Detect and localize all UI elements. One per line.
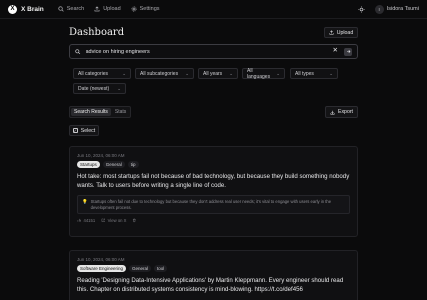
upload-button-label: Upload — [336, 29, 354, 36]
view-on-x-link[interactable]: View on X — [101, 218, 126, 223]
type-tag[interactable]: tip — [127, 161, 139, 168]
select-button-label: Select — [80, 127, 96, 134]
app-name: X Brain — [21, 5, 44, 13]
top-nav-bar: X X Brain Search Upload Settings I Isido… — [0, 0, 427, 19]
search-input[interactable] — [85, 48, 333, 55]
filter-label: All years — [203, 70, 223, 77]
nav-label: Upload — [103, 6, 121, 12]
nav-label: Search — [66, 6, 85, 12]
external-link-icon — [101, 218, 105, 223]
search-submit-button[interactable] — [344, 47, 352, 56]
search-icon — [58, 6, 64, 12]
clear-search-button[interactable]: ✕ — [333, 48, 338, 55]
nav-item-upload[interactable]: Upload — [94, 6, 121, 12]
filter-label: All types — [295, 70, 314, 77]
export-button[interactable]: Export — [325, 106, 358, 118]
category-tag[interactable]: Software Engineering — [77, 265, 127, 272]
ai-summary: 💡 Startups often fail not due to technol… — [77, 195, 350, 214]
chevron-down-icon: ⌄ — [329, 70, 333, 76]
upload-icon — [329, 30, 334, 35]
tag-list: Software Engineering General tool — [77, 265, 350, 272]
sort-select[interactable]: Date (newest) ⌄ — [73, 83, 126, 94]
filter-category[interactable]: All categories ⌄ — [73, 68, 131, 79]
gear-icon — [131, 6, 137, 12]
main-nav: Search Upload Settings — [58, 6, 160, 12]
filter-label: All subcategories — [140, 70, 179, 77]
filter-label: All categories — [78, 70, 109, 77]
card-actions: 44151 View on X — [77, 218, 350, 223]
filter-language[interactable]: All languages ⌄ — [242, 67, 285, 80]
chevron-down-icon: ⌄ — [185, 70, 189, 76]
chevron-down-icon: ⌄ — [117, 85, 121, 91]
result-card[interactable]: Jun 10, 2024, 06:00 AM Software Engineer… — [69, 250, 358, 300]
chevron-down-icon: ⌄ — [229, 70, 233, 76]
chevron-down-icon: ⌄ — [122, 70, 126, 76]
user-name: Isidora Tsumi — [386, 6, 419, 12]
search-bar: ✕ — [69, 44, 358, 59]
sun-icon[interactable] — [358, 5, 365, 13]
search-icon — [75, 49, 81, 54]
nav-item-settings[interactable]: Settings — [131, 6, 160, 12]
subcategory-tag[interactable]: General — [129, 265, 152, 272]
nav-item-search[interactable]: Search — [58, 6, 84, 12]
tag-list: Startups General tip — [77, 161, 350, 168]
filter-year[interactable]: All years ⌄ — [198, 68, 238, 79]
result-card[interactable]: Jun 10, 2024, 06:00 AM Startups General … — [69, 146, 358, 237]
type-tag[interactable]: tool — [154, 265, 168, 272]
stat-count: 44151 — [77, 218, 95, 223]
nav-label: Settings — [139, 6, 160, 12]
post-text: Reading 'Designing Data-Intensive Applic… — [77, 277, 344, 293]
filter-type[interactable]: All types ⌄ — [290, 68, 338, 79]
category-tag[interactable]: Startups — [77, 161, 100, 168]
page-title: Dashboard — [69, 27, 125, 38]
tab-search-results[interactable]: Search Results — [71, 108, 111, 116]
view-link-label: View on X — [107, 218, 127, 223]
tab-stats[interactable]: Stats — [112, 108, 129, 116]
filter-label: All languages — [247, 67, 271, 80]
brand[interactable]: X X Brain — [8, 4, 44, 14]
delete-button[interactable] — [132, 218, 137, 223]
view-tabs: Search Results Stats — [69, 106, 132, 118]
stat-value: 44151 — [83, 218, 96, 223]
select-button[interactable]: ✓ Select — [69, 125, 99, 136]
lightbulb-icon: 💡 — [82, 199, 88, 204]
chart-icon — [77, 219, 81, 222]
user-menu[interactable]: I Isidora Tsumi — [374, 4, 419, 14]
top-right-controls: I Isidora Tsumi — [358, 4, 419, 14]
subcategory-tag[interactable]: General — [102, 161, 125, 168]
checkbox-icon: ✓ — [72, 128, 78, 133]
post-date: Jun 10, 2024, 06:00 AM — [77, 153, 125, 158]
summary-text: Startups often fail not due to technolog… — [90, 199, 332, 210]
arrow-right-icon — [346, 50, 350, 53]
filter-subcategory[interactable]: All subcategories ⌄ — [135, 68, 194, 79]
upload-button[interactable]: Upload — [324, 27, 358, 38]
download-icon — [330, 110, 335, 115]
sort-label: Date (newest) — [78, 85, 110, 92]
trash-icon — [133, 218, 137, 223]
upload-icon — [94, 6, 100, 12]
post-date: Jun 10, 2024, 06:00 AM — [77, 257, 125, 262]
avatar: I — [374, 4, 384, 14]
logo: X — [8, 4, 17, 14]
chevron-down-icon: ⌄ — [276, 70, 280, 76]
post-text: Hot take: most startups fail not because… — [77, 173, 350, 189]
export-button-label: Export — [338, 109, 353, 115]
